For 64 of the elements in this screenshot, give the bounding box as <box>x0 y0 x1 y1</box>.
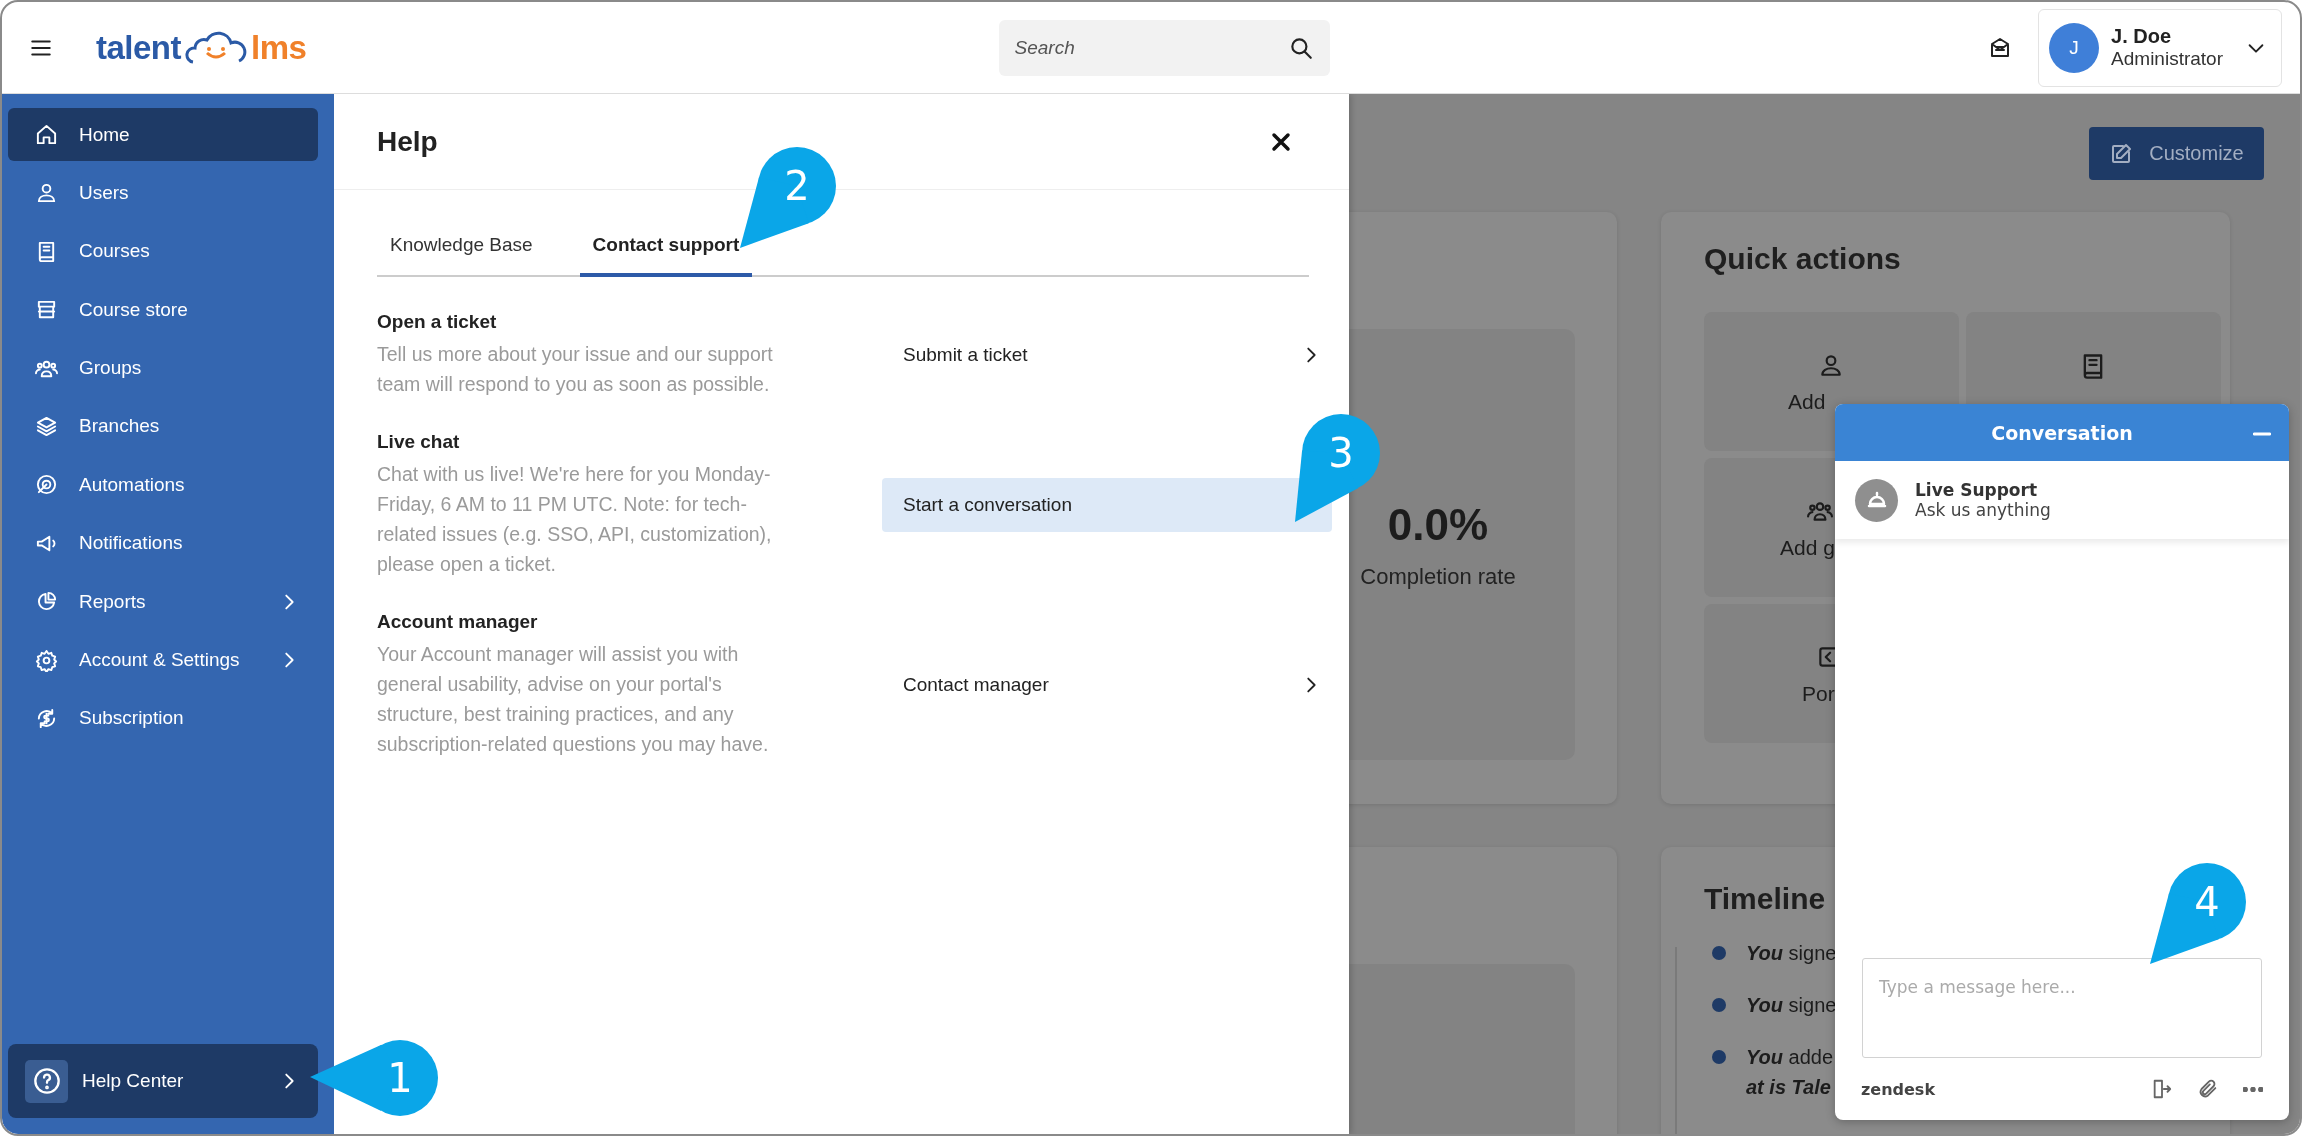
timeline-dot <box>1712 1050 1726 1064</box>
more-icon <box>2243 1086 2263 1092</box>
section-description: Chat with us live! We're here for you Monday-Friday, 6 AM to 11 PM UTC. Note: for tech-related issues (e.g. SSO, API, customization), please open a ticket. <box>377 462 773 577</box>
target-icon <box>35 473 58 497</box>
sidebar-item[interactable]: Account & Settings <box>8 633 318 687</box>
sidebar-item[interactable]: Home <box>8 108 318 161</box>
user-menu[interactable]: J J. Doe Administrator <box>2038 8 2282 87</box>
brand-label: zendesk <box>1861 1079 1937 1099</box>
section-description: Tell us more about your issue and our support team will respond to you as soon as possible. <box>377 342 774 397</box>
message-field[interactable]: Type a message here... <box>1862 958 2262 1058</box>
action-link[interactable]: Submit a ticket <box>882 328 1332 382</box>
chat-title: Conversation <box>1991 421 2133 444</box>
minimize-button[interactable] <box>2251 430 2273 438</box>
action-link[interactable]: Contact manager <box>882 658 1332 712</box>
question-icon <box>32 1067 61 1095</box>
exit-icon <box>2151 1078 2173 1100</box>
cloud-logo-icon <box>185 30 247 65</box>
search-bar[interactable]: Search <box>998 19 1330 76</box>
action-link[interactable]: Start a conversation <box>882 478 1332 532</box>
logo-text: talent <box>96 28 181 67</box>
end-chat-button[interactable] <box>2151 1078 2173 1100</box>
section-description: Your Account manager will assist you with general usability, advise on your portal's structure, best training practices, and any subscription-related questions you may have. <box>377 642 770 757</box>
user-name: J. Doe <box>2111 25 2173 48</box>
timeline-entry: at is Tale <box>1746 1075 1831 1100</box>
card-title: Quick actions <box>1704 242 1901 276</box>
section-heading: Account manager <box>377 611 539 633</box>
timeline-entry: You signe <box>1746 993 1837 1018</box>
refresh-dollar-icon <box>35 706 58 730</box>
minimize-icon <box>2253 432 2271 436</box>
paperclip-icon <box>2197 1078 2219 1100</box>
section-heading: Live chat <box>377 431 461 453</box>
section-heading: Open a ticket <box>377 311 498 333</box>
sidebar-item[interactable]: Reports <box>8 575 318 629</box>
avatar: J <box>2049 22 2100 73</box>
help-center-button[interactable]: Help Center <box>8 1044 318 1118</box>
timeline-entry: You adde <box>1746 1045 1834 1070</box>
timeline-dot <box>1712 946 1726 960</box>
gear-icon <box>35 648 58 672</box>
user-role: Administrator <box>2111 48 2223 70</box>
sidebar-item[interactable]: Users <box>8 166 318 220</box>
timeline-entry: You signe <box>1746 941 1837 966</box>
customize-button[interactable]: Customize <box>2089 127 2264 180</box>
sidebar-item[interactable]: Subscription <box>8 691 318 745</box>
stat-label: Completion rate <box>1360 563 1516 590</box>
home-icon <box>35 123 58 146</box>
timeline-dot <box>1712 998 1726 1012</box>
sidebar-item[interactable]: Automations <box>8 458 318 512</box>
edit-icon <box>2109 141 2134 166</box>
sidebar-item[interactable]: Notifications <box>8 516 318 570</box>
more-button[interactable] <box>2243 1086 2263 1092</box>
user-icon <box>1818 352 1844 378</box>
layers-icon <box>35 414 58 438</box>
sidebar-item[interactable]: Courses <box>8 224 318 278</box>
panel-title: Help <box>377 125 438 158</box>
card-title: Timeline <box>1704 882 1826 916</box>
logo-text: lms <box>251 28 307 67</box>
user-icon <box>35 181 58 205</box>
sidebar-item[interactable]: Branches <box>8 399 318 453</box>
stat-value: 0.0% <box>1387 499 1489 550</box>
sidebar-item[interactable]: Groups <box>8 341 318 395</box>
search-input[interactable]: Search <box>1012 35 1288 60</box>
attach-button[interactable] <box>2197 1078 2219 1100</box>
sidebar-item[interactable]: Course store <box>8 283 318 337</box>
tab[interactable]: Knowledge Base <box>377 234 546 277</box>
